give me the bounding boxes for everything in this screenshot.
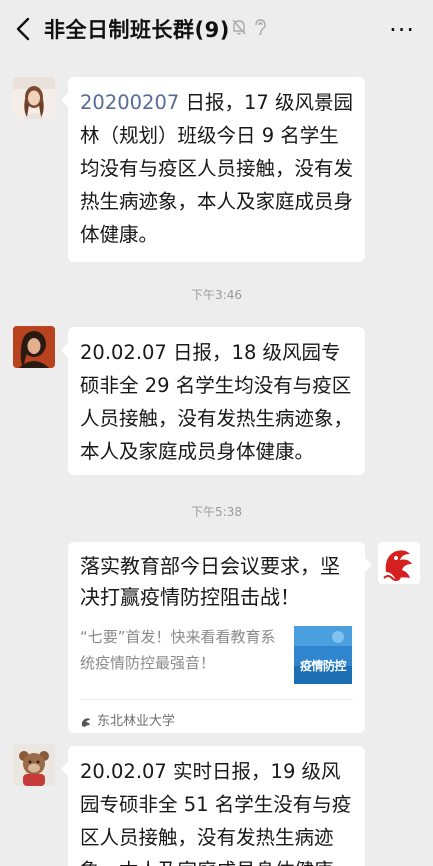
message-bubble[interactable]: 20.02.07 日报，18 级风园专硕非全 29 名学生均没有与疫区人员接触，… bbox=[61, 327, 365, 475]
avatar[interactable] bbox=[13, 326, 55, 368]
chat-header: 非全日制班长群(9) ··· bbox=[0, 0, 433, 58]
chevron-left-icon bbox=[16, 17, 30, 41]
article-description: “七要”首发！快来看看教育系统疫情防控最强音！ bbox=[80, 628, 276, 672]
date-link[interactable]: 20200207 bbox=[80, 91, 179, 114]
ear-icon bbox=[255, 19, 266, 36]
chat-screen: 非全日制班长群(9) ··· 20200207 日报，17 级风景园林（规划）班… bbox=[0, 0, 433, 866]
avatar[interactable] bbox=[13, 77, 55, 119]
mute-bell-icon bbox=[232, 19, 246, 35]
source-logo-icon bbox=[81, 717, 90, 727]
article-source: 东北林业大学 bbox=[80, 705, 175, 738]
article-card[interactable]: 落实教育部今日会议要求，坚决打赢疫情防控阻击战！ “七要”首发！快来看看教育系统… bbox=[68, 542, 372, 733]
card-divider bbox=[80, 699, 353, 700]
timestamp: 下午5:38 bbox=[191, 505, 242, 519]
thumbnail-caption: 疫情防控 bbox=[299, 659, 347, 673]
chat-title[interactable]: 非全日制班长群(9) bbox=[44, 14, 230, 44]
bear-avatar-icon bbox=[13, 744, 55, 786]
avatar[interactable] bbox=[13, 744, 55, 786]
article-title: 落实教育部今日会议要求，坚决打赢疫情防控阻击战！ bbox=[80, 554, 340, 609]
university-logo-icon bbox=[378, 542, 420, 584]
article-thumbnail: 疫情防控 bbox=[294, 626, 352, 684]
timestamp: 下午3:46 bbox=[191, 288, 242, 302]
message-text: 日报，17 级风景园林（规划）班级今日 9 名学生均没有与疫区人员接触，没有发热… bbox=[80, 91, 354, 246]
avatar[interactable] bbox=[378, 542, 420, 584]
avatar-photo-icon bbox=[13, 77, 55, 119]
message-text: 20.02.07 实时日报，19 级风园专硕非全 51 名学生没有与疫区人员接触… bbox=[80, 760, 353, 866]
message-bubble[interactable]: 20200207 日报，17 级风景园林（规划）班级今日 9 名学生均没有与疫区… bbox=[61, 77, 365, 262]
header-status-icons bbox=[231, 18, 267, 36]
avatar-photo-icon bbox=[13, 326, 55, 368]
source-name: 东北林业大学 bbox=[97, 714, 176, 729]
back-button[interactable] bbox=[10, 13, 36, 45]
message-bubble[interactable]: 20.02.07 实时日报，19 级风园专硕非全 51 名学生没有与疫区人员接触… bbox=[61, 746, 365, 866]
more-options-button[interactable]: ··· bbox=[389, 16, 415, 44]
message-text: 20.02.07 日报，18 级风园专硕非全 29 名学生均没有与疫区人员接触，… bbox=[80, 341, 354, 463]
